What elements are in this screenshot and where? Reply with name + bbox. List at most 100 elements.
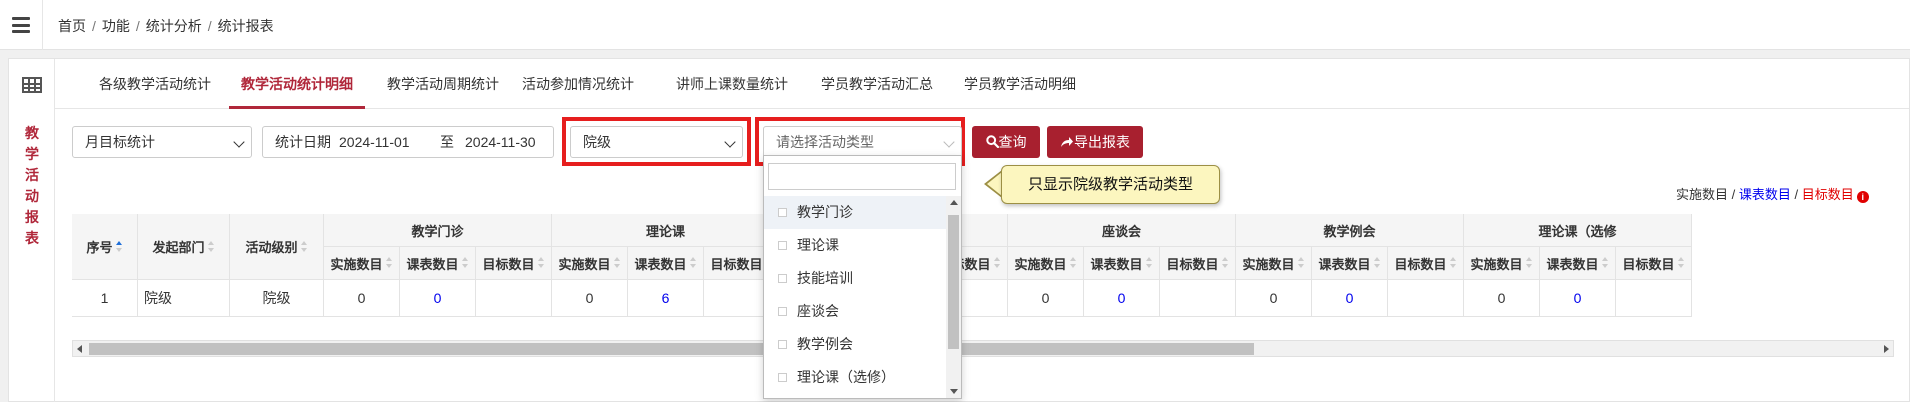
- sub-header[interactable]: 目标数目: [1160, 247, 1236, 280]
- checkbox[interactable]: [778, 373, 787, 382]
- checkbox[interactable]: [778, 340, 787, 349]
- date-from[interactable]: 2024-11-01: [339, 127, 410, 157]
- tab-student-summary[interactable]: 学员教学活动汇总: [821, 59, 933, 109]
- sub-header[interactable]: 目标数目: [476, 247, 552, 280]
- dropdown-option[interactable]: 座谈会: [764, 295, 946, 328]
- tooltip-pointer-fill: [987, 172, 1002, 196]
- sort-icon[interactable]: [993, 257, 1001, 269]
- breadcrumb-current: 统计报表: [217, 18, 274, 34]
- table-legend: 实施数目 / 课表数目 / 目标数目 i: [1676, 184, 1869, 203]
- sort-icon[interactable]: [537, 257, 545, 269]
- dropdown-scroll-thumb[interactable]: [948, 215, 959, 349]
- breadcrumb-function[interactable]: 功能: [102, 18, 130, 34]
- sort-icon[interactable]: [207, 240, 215, 253]
- sort-icon[interactable]: [385, 257, 393, 269]
- table-cell: [476, 280, 552, 317]
- sub-header[interactable]: 课表数目: [1312, 247, 1388, 280]
- sort-icon[interactable]: [1069, 257, 1077, 269]
- menu-icon[interactable]: [12, 17, 30, 33]
- tab-participation-stats[interactable]: 活动参加情况统计: [522, 59, 634, 109]
- query-button[interactable]: 查询: [972, 126, 1040, 158]
- breadcrumb-analysis[interactable]: 统计分析: [146, 18, 202, 34]
- dropdown-option[interactable]: 理论课: [764, 229, 946, 262]
- scroll-up-icon[interactable]: [950, 200, 958, 205]
- scrollbar-thumb[interactable]: [89, 343, 1254, 355]
- scroll-left-icon[interactable]: [77, 345, 82, 353]
- tab-detail-stats[interactable]: 教学活动统计明细: [229, 59, 365, 109]
- dropdown-option[interactable]: 技能培训: [764, 262, 946, 295]
- sort-icon[interactable]: [1601, 257, 1609, 269]
- sort-icon[interactable]: [1221, 257, 1229, 269]
- table-cell: 0: [1464, 280, 1540, 317]
- col-index-header[interactable]: 序号: [72, 214, 138, 280]
- col-level-header[interactable]: 活动级别: [230, 214, 324, 280]
- row-index-cell: 1: [72, 280, 138, 317]
- row-level-cell: 院级: [230, 280, 324, 317]
- date-to[interactable]: 2024-11-30: [465, 127, 536, 157]
- table-cell[interactable]: 6: [628, 280, 704, 317]
- sub-header[interactable]: 课表数目: [1084, 247, 1160, 280]
- breadcrumb-home[interactable]: 首页: [58, 18, 86, 34]
- sub-header[interactable]: 实施数目: [552, 247, 628, 280]
- table-cell: 0: [552, 280, 628, 317]
- sort-icon[interactable]: [1297, 257, 1305, 269]
- sort-icon[interactable]: [1373, 257, 1381, 269]
- sub-header[interactable]: 目标数目: [1388, 247, 1464, 280]
- sort-icon[interactable]: [1677, 257, 1685, 269]
- sort-icon[interactable]: [1145, 257, 1153, 269]
- tab-lecturer-stats[interactable]: 讲师上课数量统计: [676, 59, 788, 109]
- dropdown-list: 教学门诊 理论课 技能培训 座谈会 教学例会 理论课（选修）: [764, 196, 946, 394]
- tab-period-stats[interactable]: 教学活动周期统计: [387, 59, 499, 109]
- sub-header[interactable]: 实施数目: [1236, 247, 1312, 280]
- divider: [42, 0, 43, 50]
- checkbox[interactable]: [778, 274, 787, 283]
- checkbox[interactable]: [778, 307, 787, 316]
- sort-icon[interactable]: [689, 257, 697, 269]
- sort-icon[interactable]: [1525, 257, 1533, 269]
- sub-header[interactable]: 课表数目: [400, 247, 476, 280]
- sort-icon[interactable]: [613, 257, 621, 269]
- table-cell: 0: [324, 280, 400, 317]
- table-icon: [22, 77, 42, 93]
- checkbox[interactable]: [778, 208, 787, 217]
- table-cell[interactable]: 0: [1540, 280, 1616, 317]
- dropdown-scrollbar[interactable]: [946, 196, 961, 398]
- col-dept-header[interactable]: 发起部门: [138, 214, 230, 280]
- tab-level-stats[interactable]: 各级教学活动统计: [99, 59, 211, 109]
- sort-icon[interactable]: [1449, 257, 1457, 269]
- activity-type-select[interactable]: 请选择活动类型: [763, 126, 962, 158]
- table-cell[interactable]: 0: [1312, 280, 1388, 317]
- period-select[interactable]: 月目标统计: [72, 126, 252, 158]
- info-icon[interactable]: i: [1856, 191, 1869, 203]
- sub-header[interactable]: 实施数目: [1464, 247, 1540, 280]
- export-button[interactable]: 导出报表: [1047, 126, 1143, 158]
- sub-header[interactable]: 实施数目: [1008, 247, 1084, 280]
- sub-header[interactable]: 目标数目: [1616, 247, 1692, 280]
- date-range[interactable]: 统计日期 2024-11-01 至 2024-11-30: [262, 126, 554, 158]
- dropdown-option[interactable]: 教学门诊: [764, 196, 946, 229]
- tab-student-detail[interactable]: 学员教学活动明细: [964, 59, 1076, 109]
- dropdown-option[interactable]: 理论课（选修）: [764, 361, 946, 394]
- sort-icon[interactable]: [300, 240, 308, 253]
- activity-type-dropdown: 教学门诊 理论课 技能培训 座谈会 教学例会 理论课（选修）: [763, 155, 962, 399]
- scroll-down-icon[interactable]: [950, 389, 958, 394]
- table-cell[interactable]: 0: [1084, 280, 1160, 317]
- search-icon: [985, 135, 999, 149]
- top-bar: 首页 / 功能 / 统计分析 / 统计报表: [0, 0, 1910, 50]
- table-cell[interactable]: 0: [400, 280, 476, 317]
- sub-header[interactable]: 课表数目: [628, 247, 704, 280]
- dropdown-search-input[interactable]: [768, 163, 956, 190]
- checkbox[interactable]: [778, 241, 787, 250]
- table-cell: 0: [1236, 280, 1312, 317]
- table-cell: 0: [1008, 280, 1084, 317]
- group-header: 理论课: [552, 214, 780, 247]
- table-cell: [1388, 280, 1464, 317]
- dropdown-option[interactable]: 教学例会: [764, 328, 946, 361]
- sub-header[interactable]: 课表数目: [1540, 247, 1616, 280]
- scroll-right-icon[interactable]: [1884, 345, 1889, 353]
- level-select[interactable]: 院级: [570, 126, 743, 158]
- horizontal-scrollbar[interactable]: [72, 340, 1894, 357]
- sub-header[interactable]: 实施数目: [324, 247, 400, 280]
- sort-icon[interactable]: [115, 240, 123, 253]
- sort-icon[interactable]: [461, 257, 469, 269]
